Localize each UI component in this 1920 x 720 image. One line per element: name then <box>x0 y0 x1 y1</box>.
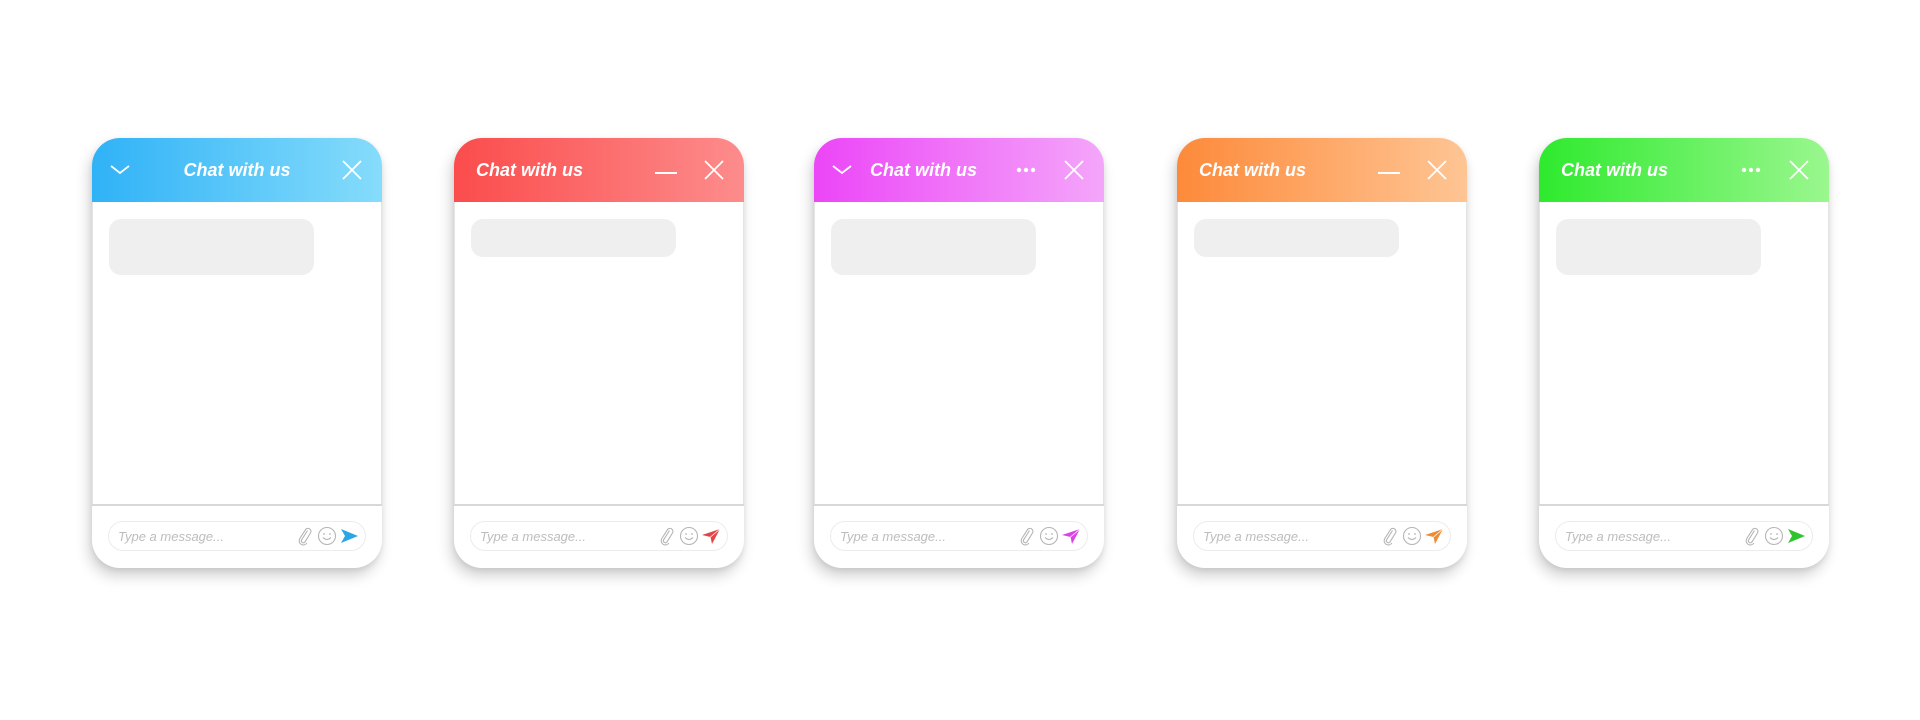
message-area <box>814 202 1104 504</box>
paperclip-icon[interactable] <box>1742 526 1762 546</box>
emoji-icon[interactable] <box>1402 526 1422 546</box>
chat-header: Chat with us <box>92 138 382 202</box>
minimize-icon[interactable] <box>1377 158 1401 182</box>
chat-header: Chat with us <box>1539 138 1829 202</box>
message-input[interactable] <box>480 522 650 550</box>
more-icon[interactable] <box>1014 158 1038 182</box>
chat-title: Chat with us <box>476 160 583 180</box>
message-input[interactable] <box>840 522 1010 550</box>
send-icon[interactable] <box>339 526 359 546</box>
message-composer <box>470 521 728 551</box>
emoji-icon[interactable] <box>1039 526 1059 546</box>
close-icon[interactable] <box>702 158 726 182</box>
message-area <box>454 202 744 504</box>
chat-header: Chat with us <box>454 138 744 202</box>
message-input[interactable] <box>1203 522 1373 550</box>
message-composer <box>830 521 1088 551</box>
minimize-icon[interactable] <box>654 158 678 182</box>
composer-divider <box>92 504 382 506</box>
emoji-icon[interactable] <box>317 526 337 546</box>
send-icon[interactable] <box>1786 526 1806 546</box>
chat-header: Chat with us <box>1177 138 1467 202</box>
chat-title: Chat with us <box>183 160 291 180</box>
chat-header: Chat with us <box>814 138 1104 202</box>
message-composer <box>1193 521 1451 551</box>
chat-widget: Chat with us <box>92 138 382 568</box>
chat-widget: Chat with us <box>814 138 1104 568</box>
emoji-icon[interactable] <box>679 526 699 546</box>
chevron-down-icon[interactable] <box>108 158 132 182</box>
chat-title: Chat with us <box>1561 160 1668 180</box>
send-icon[interactable] <box>1061 526 1081 546</box>
message-bubble-placeholder <box>831 219 1036 275</box>
message-bubble-placeholder <box>1556 219 1761 275</box>
chat-widget: Chat with us <box>454 138 744 568</box>
message-bubble-placeholder <box>471 219 676 257</box>
close-icon[interactable] <box>1062 158 1086 182</box>
paperclip-icon[interactable] <box>1380 526 1400 546</box>
send-icon[interactable] <box>701 526 721 546</box>
chat-title: Chat with us <box>870 160 977 180</box>
message-area <box>1539 202 1829 504</box>
message-bubble-placeholder <box>109 219 314 275</box>
paperclip-icon[interactable] <box>295 526 315 546</box>
emoji-icon[interactable] <box>1764 526 1784 546</box>
chat-widget: Chat with us <box>1539 138 1829 568</box>
composer-divider <box>454 504 744 506</box>
close-icon[interactable] <box>1425 158 1449 182</box>
composer-divider <box>1177 504 1467 506</box>
composer-divider <box>814 504 1104 506</box>
composer-divider <box>1539 504 1829 506</box>
message-bubble-placeholder <box>1194 219 1399 257</box>
message-area <box>1177 202 1467 504</box>
chat-title: Chat with us <box>1199 160 1306 180</box>
more-icon[interactable] <box>1739 158 1763 182</box>
paperclip-icon[interactable] <box>657 526 677 546</box>
message-area <box>92 202 382 504</box>
paperclip-icon[interactable] <box>1017 526 1037 546</box>
chevron-down-icon[interactable] <box>830 158 854 182</box>
message-composer <box>1555 521 1813 551</box>
chat-widget: Chat with us <box>1177 138 1467 568</box>
send-icon[interactable] <box>1424 526 1444 546</box>
close-icon[interactable] <box>1787 158 1811 182</box>
message-composer <box>108 521 366 551</box>
message-input[interactable] <box>118 522 288 550</box>
close-icon[interactable] <box>340 158 364 182</box>
message-input[interactable] <box>1565 522 1735 550</box>
